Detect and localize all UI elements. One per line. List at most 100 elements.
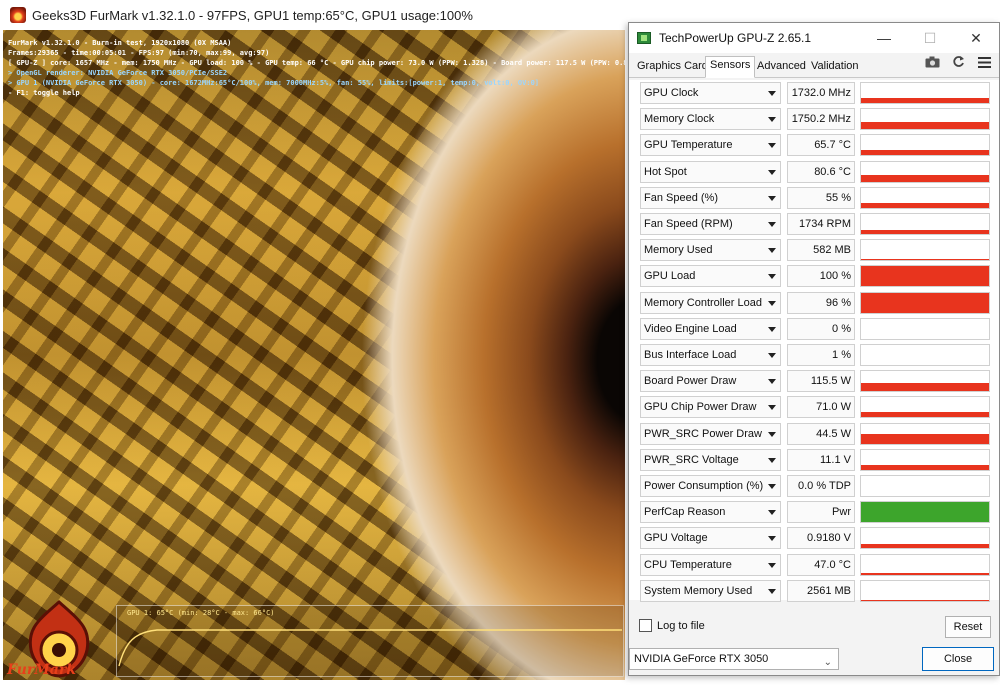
- sensor-graph-fill: [861, 266, 989, 287]
- hamburger-menu-icon[interactable]: [975, 56, 993, 71]
- sensor-name: Board Power Draw: [644, 375, 737, 388]
- sensor-name: CPU Temperature: [644, 558, 732, 571]
- sensor-graph: [860, 448, 990, 471]
- sensor-name: System Memory Used: [644, 584, 753, 597]
- sensor-row: GPU Chip Power Draw 71.0 W: [640, 396, 990, 419]
- sensor-graph-fill: [861, 544, 989, 549]
- minimize-button[interactable]: —: [861, 23, 907, 53]
- sensor-value: 44.5 W: [787, 422, 855, 445]
- sensor-name: PWR_SRC Power Draw: [644, 427, 762, 440]
- sensor-value: 1 %: [787, 344, 855, 366]
- sensor-graph-fill: [861, 572, 989, 575]
- sensor-graph-fill: [861, 433, 989, 444]
- sensor-name-dropdown[interactable]: Memory Controller Load: [640, 291, 781, 314]
- sensor-graph: [860, 134, 990, 157]
- gpuz-titlebar[interactable]: TechPowerUp GPU-Z 2.65.1 — ☐ ✕: [629, 23, 999, 53]
- sensor-name-dropdown[interactable]: System Memory Used: [640, 579, 781, 602]
- sensor-graph-fill: [861, 464, 989, 470]
- sensor-row: Memory Clock 1750.2 MHz: [640, 108, 990, 131]
- sensor-graph: [860, 370, 990, 393]
- tab-advanced[interactable]: Advanced: [753, 58, 810, 78]
- gpuz-toolbar: [923, 55, 993, 71]
- sensor-name-dropdown[interactable]: PWR_SRC Voltage: [640, 448, 781, 471]
- dropdown-arrow-icon: [768, 169, 776, 175]
- sensor-name-dropdown[interactable]: CPU Temperature: [640, 553, 781, 576]
- dropdown-arrow-icon: [768, 248, 776, 254]
- sensor-graph: [860, 265, 990, 288]
- log-to-file-checkbox[interactable]: [639, 619, 652, 632]
- sensor-name-dropdown[interactable]: Memory Clock: [640, 108, 781, 131]
- furmark-titlebar[interactable]: Geeks3D FurMark v1.32.1.0 - 97FPS, GPU1 …: [0, 0, 628, 30]
- dropdown-arrow-icon: [768, 195, 776, 201]
- sensor-name-dropdown[interactable]: Video Engine Load: [640, 317, 781, 340]
- hud-line: > OpenGL renderer: NVIDIA GeForce RTX 30…: [8, 69, 228, 77]
- sensor-graph: [860, 160, 990, 183]
- sensor-name-dropdown[interactable]: PerfCap Reason: [640, 501, 781, 524]
- camera-icon[interactable]: [923, 56, 941, 71]
- sensor-name-dropdown[interactable]: Fan Speed (RPM): [640, 213, 781, 235]
- sensor-value: 0 %: [787, 317, 855, 340]
- sensor-name-dropdown[interactable]: PWR_SRC Power Draw: [640, 422, 781, 445]
- refresh-icon[interactable]: [949, 55, 967, 71]
- sensor-name-dropdown[interactable]: GPU Load: [640, 265, 781, 288]
- dropdown-arrow-icon: [768, 510, 776, 516]
- sensor-name: Video Engine Load: [644, 322, 737, 335]
- sensor-row: System Memory Used 2561 MB: [640, 579, 990, 602]
- sensor-row: Power Consumption (%) 0.0 % TDP: [640, 475, 990, 497]
- dropdown-arrow-icon: [768, 562, 776, 568]
- sensor-name: GPU Clock: [644, 87, 699, 99]
- sensor-graph-fill: [861, 122, 989, 130]
- sensor-name-dropdown[interactable]: GPU Temperature: [640, 134, 781, 157]
- sensor-graph: [860, 239, 990, 262]
- dropdown-arrow-icon: [768, 588, 776, 594]
- sensor-value: 1750.2 MHz: [787, 108, 855, 131]
- sensor-graph-fill: [861, 502, 989, 523]
- hud-line: > GPU 1 (NVIDIA GeForce RTX 3050) - core…: [8, 79, 540, 87]
- sensor-row: PerfCap Reason Pwr: [640, 501, 990, 524]
- sensor-value: 100 %: [787, 265, 855, 288]
- sensor-name: GPU Chip Power Draw: [644, 401, 757, 414]
- sensor-row: Board Power Draw 115.5 W: [640, 370, 990, 393]
- hud-line: [ GPU-Z ] core: 1657 MHz - mem: 1750 MHz…: [8, 59, 625, 67]
- sensor-name-dropdown[interactable]: Bus Interface Load: [640, 344, 781, 366]
- sensor-name-dropdown[interactable]: GPU Voltage: [640, 527, 781, 550]
- gpuz-window-title: TechPowerUp GPU-Z 2.65.1: [659, 31, 812, 45]
- sensor-name: Bus Interface Load: [644, 349, 737, 361]
- sensor-graph: [860, 501, 990, 524]
- sensor-name: Fan Speed (%): [644, 191, 718, 204]
- sensor-row: Fan Speed (%) 55 %: [640, 186, 990, 209]
- close-window-button[interactable]: ✕: [953, 23, 999, 53]
- sensor-name-dropdown[interactable]: Power Consumption (%): [640, 475, 781, 497]
- sensor-name: PerfCap Reason: [644, 506, 726, 519]
- dropdown-arrow-icon: [768, 222, 776, 227]
- sensor-name-dropdown[interactable]: GPU Chip Power Draw: [640, 396, 781, 419]
- tab-sensors[interactable]: Sensors: [705, 56, 756, 78]
- furmark-render-view: FurMark v1.32.1.0 - Burn-in test, 1920x1…: [3, 30, 625, 680]
- sensor-graph: [860, 422, 990, 445]
- gpu-select-dropdown[interactable]: NVIDIA GeForce RTX 3050 ⌄: [629, 648, 839, 670]
- sensor-name-dropdown[interactable]: Fan Speed (%): [640, 186, 781, 209]
- sensor-name-dropdown[interactable]: Memory Used: [640, 239, 781, 262]
- sensor-graph: [860, 213, 990, 235]
- sensor-graph: [860, 553, 990, 576]
- sensor-name: PWR_SRC Voltage: [644, 453, 739, 466]
- sensor-value: 1732.0 MHz: [787, 82, 855, 104]
- sensor-name-dropdown[interactable]: Hot Spot: [640, 160, 781, 183]
- gpuz-window: TechPowerUp GPU-Z 2.65.1 — ☐ ✕ Graphics …: [628, 22, 1000, 676]
- sensor-name-dropdown[interactable]: Board Power Draw: [640, 370, 781, 393]
- sensor-list: GPU Clock 1732.0 MHz Memory Clock 1750.2 MH…: [629, 80, 999, 602]
- log-to-file-row[interactable]: Log to file: [639, 619, 705, 632]
- dropdown-arrow-icon: [768, 484, 776, 489]
- reset-button[interactable]: Reset: [945, 616, 991, 638]
- tab-graphics-card[interactable]: Graphics Card: [633, 58, 712, 78]
- sensor-graph-fill: [861, 174, 989, 182]
- close-button[interactable]: Close: [922, 647, 994, 671]
- tab-validation[interactable]: Validation: [807, 58, 863, 78]
- hud-line: FurMark v1.32.1.0 - Burn-in test, 1920x1…: [8, 39, 232, 47]
- sensor-row: Video Engine Load 0 %: [640, 317, 990, 340]
- gpu-select-value: NVIDIA GeForce RTX 3050: [634, 653, 769, 665]
- maximize-button[interactable]: ☐: [907, 23, 953, 53]
- sensor-row: PWR_SRC Power Draw 44.5 W: [640, 422, 990, 445]
- sensor-name-dropdown[interactable]: GPU Clock: [640, 82, 781, 104]
- sensor-row: GPU Voltage 0.9180 V: [640, 527, 990, 550]
